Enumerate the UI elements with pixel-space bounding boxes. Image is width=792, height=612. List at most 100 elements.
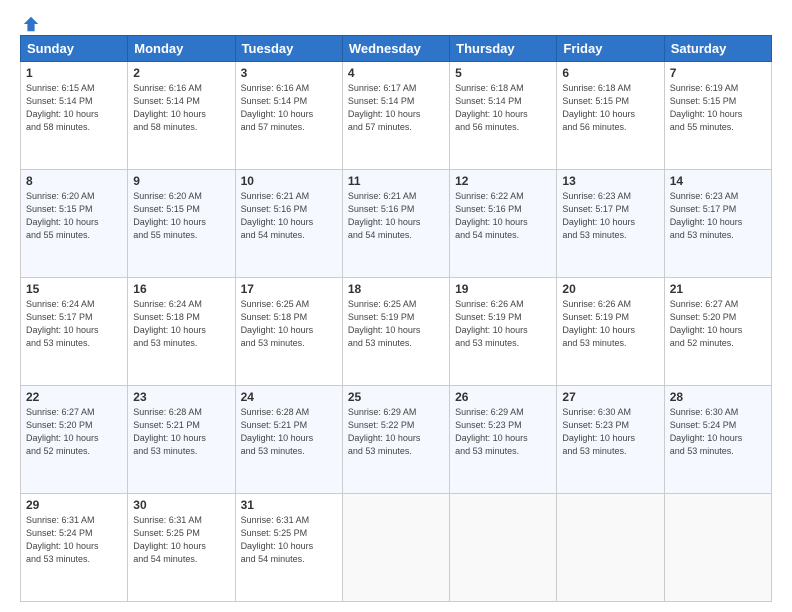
day-info: Sunrise: 6:16 AMSunset: 5:14 PMDaylight:…: [133, 82, 229, 134]
day-info: Sunrise: 6:21 AMSunset: 5:16 PMDaylight:…: [241, 190, 337, 242]
day-info: Sunrise: 6:22 AMSunset: 5:16 PMDaylight:…: [455, 190, 551, 242]
day-number: 26: [455, 390, 551, 404]
calendar-cell: 5Sunrise: 6:18 AMSunset: 5:14 PMDaylight…: [450, 62, 557, 170]
day-info: Sunrise: 6:24 AMSunset: 5:17 PMDaylight:…: [26, 298, 122, 350]
day-info: Sunrise: 6:23 AMSunset: 5:17 PMDaylight:…: [562, 190, 658, 242]
day-info: Sunrise: 6:19 AMSunset: 5:15 PMDaylight:…: [670, 82, 766, 134]
day-number: 15: [26, 282, 122, 296]
day-info: Sunrise: 6:27 AMSunset: 5:20 PMDaylight:…: [26, 406, 122, 458]
calendar-cell: 20 Sunrise: 6:26 AMSunset: 5:19 PMDayligh…: [557, 278, 664, 386]
day-number: 18: [348, 282, 444, 296]
calendar-cell: 21 Sunrise: 6:27 AMSunset: 5:20 PMDayligh…: [664, 278, 771, 386]
day-info: Sunrise: 6:15 AMSunset: 5:14 PMDaylight:…: [26, 82, 122, 134]
day-number: 30: [133, 498, 229, 512]
calendar-cell: 1Sunrise: 6:15 AMSunset: 5:14 PMDaylight…: [21, 62, 128, 170]
day-number: 28: [670, 390, 766, 404]
calendar-week-row: 1Sunrise: 6:15 AMSunset: 5:14 PMDaylight…: [21, 62, 772, 170]
day-info: Sunrise: 6:29 AMSunset: 5:23 PMDaylight:…: [455, 406, 551, 458]
calendar-week-row: 22 Sunrise: 6:27 AMSunset: 5:20 PMDayligh…: [21, 386, 772, 494]
page: SundayMondayTuesdayWednesdayThursdayFrid…: [0, 0, 792, 612]
calendar-cell: 22 Sunrise: 6:27 AMSunset: 5:20 PMDayligh…: [21, 386, 128, 494]
day-info: Sunrise: 6:30 AMSunset: 5:23 PMDaylight:…: [562, 406, 658, 458]
logo-text: [20, 15, 40, 33]
calendar-body: 1Sunrise: 6:15 AMSunset: 5:14 PMDaylight…: [21, 62, 772, 602]
day-info: Sunrise: 6:29 AMSunset: 5:22 PMDaylight:…: [348, 406, 444, 458]
day-number: 13: [562, 174, 658, 188]
calendar-cell: 16 Sunrise: 6:24 AMSunset: 5:18 PMDayligh…: [128, 278, 235, 386]
day-number: 23: [133, 390, 229, 404]
day-of-week-header: Wednesday: [342, 36, 449, 62]
day-number: 16: [133, 282, 229, 296]
day-number: 29: [26, 498, 122, 512]
calendar-cell: 31Sunrise: 6:31 AMSunset: 5:25 PMDayligh…: [235, 494, 342, 602]
day-info: Sunrise: 6:31 AMSunset: 5:24 PMDaylight:…: [26, 514, 122, 566]
day-info: Sunrise: 6:30 AMSunset: 5:24 PMDaylight:…: [670, 406, 766, 458]
calendar-cell: 14 Sunrise: 6:23 AMSunset: 5:17 PMDayligh…: [664, 170, 771, 278]
calendar-cell: 11Sunrise: 6:21 AMSunset: 5:16 PMDayligh…: [342, 170, 449, 278]
day-number: 10: [241, 174, 337, 188]
calendar-cell: 8Sunrise: 6:20 AMSunset: 5:15 PMDaylight…: [21, 170, 128, 278]
day-number: 24: [241, 390, 337, 404]
day-of-week-header: Saturday: [664, 36, 771, 62]
calendar-cell: 9 Sunrise: 6:20 AMSunset: 5:15 PMDaylight…: [128, 170, 235, 278]
calendar-cell: 13 Sunrise: 6:23 AMSunset: 5:17 PMDayligh…: [557, 170, 664, 278]
calendar-cell: 3Sunrise: 6:16 AMSunset: 5:14 PMDaylight…: [235, 62, 342, 170]
day-number: 9: [133, 174, 229, 188]
day-info: Sunrise: 6:23 AMSunset: 5:17 PMDaylight:…: [670, 190, 766, 242]
day-number: 25: [348, 390, 444, 404]
day-number: 20: [562, 282, 658, 296]
calendar-cell: 26 Sunrise: 6:29 AMSunset: 5:23 PMDayligh…: [450, 386, 557, 494]
calendar-cell: [450, 494, 557, 602]
day-number: 31: [241, 498, 337, 512]
day-info: Sunrise: 6:24 AMSunset: 5:18 PMDaylight:…: [133, 298, 229, 350]
day-number: 2: [133, 66, 229, 80]
day-header-row: SundayMondayTuesdayWednesdayThursdayFrid…: [21, 36, 772, 62]
day-number: 7: [670, 66, 766, 80]
day-info: Sunrise: 6:18 AMSunset: 5:14 PMDaylight:…: [455, 82, 551, 134]
calendar-cell: 30 Sunrise: 6:31 AMSunset: 5:25 PMDayligh…: [128, 494, 235, 602]
day-number: 6: [562, 66, 658, 80]
day-info: Sunrise: 6:27 AMSunset: 5:20 PMDaylight:…: [670, 298, 766, 350]
calendar-week-row: 8Sunrise: 6:20 AMSunset: 5:15 PMDaylight…: [21, 170, 772, 278]
day-info: Sunrise: 6:26 AMSunset: 5:19 PMDaylight:…: [562, 298, 658, 350]
calendar-cell: [557, 494, 664, 602]
day-info: Sunrise: 6:20 AMSunset: 5:15 PMDaylight:…: [26, 190, 122, 242]
logo-icon: [22, 15, 40, 33]
day-info: Sunrise: 6:25 AMSunset: 5:18 PMDaylight:…: [241, 298, 337, 350]
calendar-cell: 10 Sunrise: 6:21 AMSunset: 5:16 PMDayligh…: [235, 170, 342, 278]
day-number: 21: [670, 282, 766, 296]
day-of-week-header: Sunday: [21, 36, 128, 62]
calendar-cell: 6 Sunrise: 6:18 AMSunset: 5:15 PMDaylight…: [557, 62, 664, 170]
calendar-week-row: 29 Sunrise: 6:31 AMSunset: 5:24 PMDayligh…: [21, 494, 772, 602]
day-info: Sunrise: 6:28 AMSunset: 5:21 PMDaylight:…: [241, 406, 337, 458]
day-number: 11: [348, 174, 444, 188]
day-number: 4: [348, 66, 444, 80]
calendar-cell: 25 Sunrise: 6:29 AMSunset: 5:22 PMDayligh…: [342, 386, 449, 494]
calendar-cell: 18 Sunrise: 6:25 AMSunset: 5:19 PMDayligh…: [342, 278, 449, 386]
calendar-cell: 12 Sunrise: 6:22 AMSunset: 5:16 PMDayligh…: [450, 170, 557, 278]
day-number: 14: [670, 174, 766, 188]
day-info: Sunrise: 6:18 AMSunset: 5:15 PMDaylight:…: [562, 82, 658, 134]
calendar-cell: [664, 494, 771, 602]
day-info: Sunrise: 6:28 AMSunset: 5:21 PMDaylight:…: [133, 406, 229, 458]
day-of-week-header: Tuesday: [235, 36, 342, 62]
day-of-week-header: Monday: [128, 36, 235, 62]
day-info: Sunrise: 6:25 AMSunset: 5:19 PMDaylight:…: [348, 298, 444, 350]
logo: [20, 15, 40, 29]
calendar-week-row: 15 Sunrise: 6:24 AMSunset: 5:17 PMDayligh…: [21, 278, 772, 386]
day-info: Sunrise: 6:20 AMSunset: 5:15 PMDaylight:…: [133, 190, 229, 242]
calendar-cell: 28 Sunrise: 6:30 AMSunset: 5:24 PMDayligh…: [664, 386, 771, 494]
day-number: 17: [241, 282, 337, 296]
calendar-table: SundayMondayTuesdayWednesdayThursdayFrid…: [20, 35, 772, 602]
day-number: 12: [455, 174, 551, 188]
calendar-cell: 4Sunrise: 6:17 AMSunset: 5:14 PMDaylight…: [342, 62, 449, 170]
calendar-cell: 29 Sunrise: 6:31 AMSunset: 5:24 PMDayligh…: [21, 494, 128, 602]
day-of-week-header: Friday: [557, 36, 664, 62]
day-of-week-header: Thursday: [450, 36, 557, 62]
day-number: 22: [26, 390, 122, 404]
calendar-cell: 2 Sunrise: 6:16 AMSunset: 5:14 PMDaylight…: [128, 62, 235, 170]
day-info: Sunrise: 6:31 AMSunset: 5:25 PMDaylight:…: [133, 514, 229, 566]
calendar-cell: 27Sunrise: 6:30 AMSunset: 5:23 PMDayligh…: [557, 386, 664, 494]
calendar-cell: 17 Sunrise: 6:25 AMSunset: 5:18 PMDayligh…: [235, 278, 342, 386]
calendar-cell: [342, 494, 449, 602]
